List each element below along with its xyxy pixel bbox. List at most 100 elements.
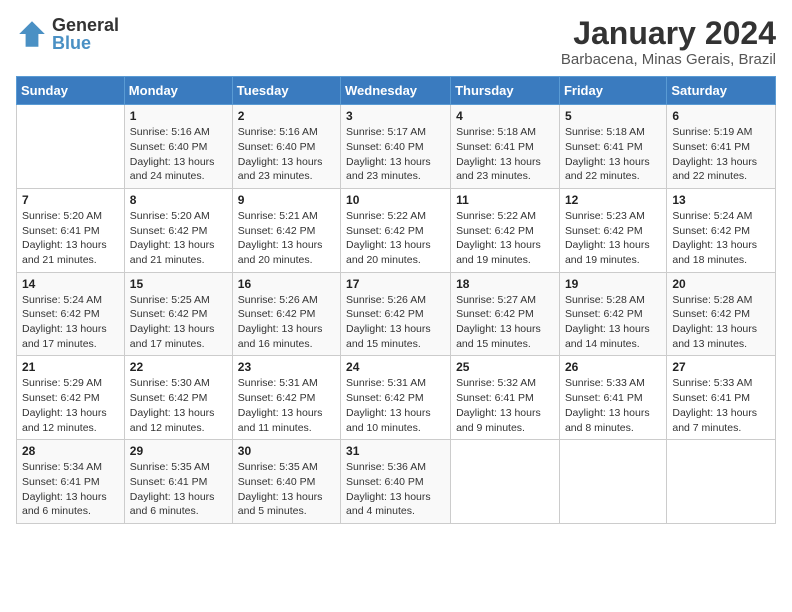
day-info: Sunrise: 5:18 AM Sunset: 6:41 PM Dayligh… bbox=[565, 125, 661, 184]
calendar-day-cell: 8 Sunrise: 5:20 AM Sunset: 6:42 PM Daylig… bbox=[124, 188, 232, 272]
day-info: Sunrise: 5:17 AM Sunset: 6:40 PM Dayligh… bbox=[346, 125, 445, 184]
day-info: Sunrise: 5:25 AM Sunset: 6:42 PM Dayligh… bbox=[130, 293, 227, 352]
day-info: Sunrise: 5:24 AM Sunset: 6:42 PM Dayligh… bbox=[22, 293, 119, 352]
calendar-day-cell: 5 Sunrise: 5:18 AM Sunset: 6:41 PM Daylig… bbox=[559, 105, 666, 189]
day-info: Sunrise: 5:16 AM Sunset: 6:40 PM Dayligh… bbox=[130, 125, 227, 184]
calendar-day-cell: 31 Sunrise: 5:36 AM Sunset: 6:40 PM Dayli… bbox=[341, 440, 451, 524]
day-info: Sunrise: 5:24 AM Sunset: 6:42 PM Dayligh… bbox=[672, 209, 770, 268]
calendar-day-cell: 1Sunrise: 5:16 AM Sunset: 6:40 PM Daylig… bbox=[124, 105, 232, 189]
weekday-header: Monday bbox=[124, 77, 232, 105]
calendar-day-cell: 23Sunrise: 5:31 AM Sunset: 6:42 PM Dayli… bbox=[232, 356, 340, 440]
calendar-day-cell: 10 Sunrise: 5:22 AM Sunset: 6:42 PM Dayli… bbox=[341, 188, 451, 272]
calendar-day-cell: 2Sunrise: 5:16 AM Sunset: 6:40 PM Daylig… bbox=[232, 105, 340, 189]
weekday-header: Friday bbox=[559, 77, 666, 105]
day-number: 15 bbox=[130, 277, 227, 291]
calendar-day-cell: 18Sunrise: 5:27 AM Sunset: 6:42 PM Dayli… bbox=[451, 272, 560, 356]
day-number: 13 bbox=[672, 193, 770, 207]
day-info: Sunrise: 5:35 AM Sunset: 6:41 PM Dayligh… bbox=[130, 460, 227, 519]
calendar-day-cell: 26 Sunrise: 5:33 AM Sunset: 6:41 PM Dayli… bbox=[559, 356, 666, 440]
logo-icon bbox=[16, 18, 48, 50]
day-info: Sunrise: 5:34 AM Sunset: 6:41 PM Dayligh… bbox=[22, 460, 119, 519]
calendar-day-cell: 17 Sunrise: 5:26 AM Sunset: 6:42 PM Dayli… bbox=[341, 272, 451, 356]
calendar-week-row: 21 Sunrise: 5:29 AM Sunset: 6:42 PM Dayli… bbox=[17, 356, 776, 440]
day-number: 14 bbox=[22, 277, 119, 291]
calendar-day-cell: 19 Sunrise: 5:28 AM Sunset: 6:42 PM Dayli… bbox=[559, 272, 666, 356]
day-number: 12 bbox=[565, 193, 661, 207]
calendar-week-row: 7 Sunrise: 5:20 AM Sunset: 6:41 PM Daylig… bbox=[17, 188, 776, 272]
calendar-day-cell: 15 Sunrise: 5:25 AM Sunset: 6:42 PM Dayli… bbox=[124, 272, 232, 356]
day-info: Sunrise: 5:35 AM Sunset: 6:40 PM Dayligh… bbox=[238, 460, 335, 519]
day-info: Sunrise: 5:30 AM Sunset: 6:42 PM Dayligh… bbox=[130, 376, 227, 435]
day-number: 26 bbox=[565, 360, 661, 374]
calendar-day-cell: 7 Sunrise: 5:20 AM Sunset: 6:41 PM Daylig… bbox=[17, 188, 125, 272]
calendar-day-cell: 14 Sunrise: 5:24 AM Sunset: 6:42 PM Dayli… bbox=[17, 272, 125, 356]
day-number: 9 bbox=[238, 193, 335, 207]
day-info: Sunrise: 5:27 AM Sunset: 6:42 PM Dayligh… bbox=[456, 293, 554, 352]
day-info: Sunrise: 5:33 AM Sunset: 6:41 PM Dayligh… bbox=[672, 376, 770, 435]
calendar-day-cell: 22Sunrise: 5:30 AM Sunset: 6:42 PM Dayli… bbox=[124, 356, 232, 440]
day-number: 31 bbox=[346, 444, 445, 458]
day-number: 16 bbox=[238, 277, 335, 291]
day-info: Sunrise: 5:18 AM Sunset: 6:41 PM Dayligh… bbox=[456, 125, 554, 184]
weekday-header: Saturday bbox=[667, 77, 776, 105]
calendar-day-cell bbox=[667, 440, 776, 524]
day-number: 23 bbox=[238, 360, 335, 374]
calendar-week-row: 28 Sunrise: 5:34 AM Sunset: 6:41 PM Dayli… bbox=[17, 440, 776, 524]
calendar-day-cell: 28 Sunrise: 5:34 AM Sunset: 6:41 PM Dayli… bbox=[17, 440, 125, 524]
day-info: Sunrise: 5:36 AM Sunset: 6:40 PM Dayligh… bbox=[346, 460, 445, 519]
calendar-day-cell: 9 Sunrise: 5:21 AM Sunset: 6:42 PM Daylig… bbox=[232, 188, 340, 272]
page-header: General Blue January 2024 Barbacena, Min… bbox=[16, 16, 776, 68]
day-info: Sunrise: 5:23 AM Sunset: 6:42 PM Dayligh… bbox=[565, 209, 661, 268]
day-number: 2 bbox=[238, 109, 335, 123]
day-number: 28 bbox=[22, 444, 119, 458]
logo-line2: Blue bbox=[52, 34, 119, 52]
day-number: 3 bbox=[346, 109, 445, 123]
day-info: Sunrise: 5:31 AM Sunset: 6:42 PM Dayligh… bbox=[346, 376, 445, 435]
page-subtitle: Barbacena, Minas Gerais, Brazil bbox=[561, 51, 776, 68]
weekday-header: Sunday bbox=[17, 77, 125, 105]
day-number: 6 bbox=[672, 109, 770, 123]
day-number: 20 bbox=[672, 277, 770, 291]
calendar-day-cell: 6 Sunrise: 5:19 AM Sunset: 6:41 PM Daylig… bbox=[667, 105, 776, 189]
day-info: Sunrise: 5:20 AM Sunset: 6:42 PM Dayligh… bbox=[130, 209, 227, 268]
day-number: 24 bbox=[346, 360, 445, 374]
calendar-day-cell: 4 Sunrise: 5:18 AM Sunset: 6:41 PM Daylig… bbox=[451, 105, 560, 189]
weekday-header: Tuesday bbox=[232, 77, 340, 105]
day-number: 29 bbox=[130, 444, 227, 458]
calendar-table: SundayMondayTuesdayWednesdayThursdayFrid… bbox=[16, 76, 776, 524]
day-info: Sunrise: 5:29 AM Sunset: 6:42 PM Dayligh… bbox=[22, 376, 119, 435]
calendar-day-cell: 29 Sunrise: 5:35 AM Sunset: 6:41 PM Dayli… bbox=[124, 440, 232, 524]
calendar-week-row: 14 Sunrise: 5:24 AM Sunset: 6:42 PM Dayli… bbox=[17, 272, 776, 356]
day-number: 4 bbox=[456, 109, 554, 123]
day-number: 25 bbox=[456, 360, 554, 374]
calendar-day-cell: 11Sunrise: 5:22 AM Sunset: 6:42 PM Dayli… bbox=[451, 188, 560, 272]
calendar-week-row: 1Sunrise: 5:16 AM Sunset: 6:40 PM Daylig… bbox=[17, 105, 776, 189]
logo-text: General Blue bbox=[52, 16, 119, 52]
day-info: Sunrise: 5:19 AM Sunset: 6:41 PM Dayligh… bbox=[672, 125, 770, 184]
day-number: 7 bbox=[22, 193, 119, 207]
day-number: 21 bbox=[22, 360, 119, 374]
day-info: Sunrise: 5:22 AM Sunset: 6:42 PM Dayligh… bbox=[456, 209, 554, 268]
calendar-day-cell: 21 Sunrise: 5:29 AM Sunset: 6:42 PM Dayli… bbox=[17, 356, 125, 440]
weekday-header: Wednesday bbox=[341, 77, 451, 105]
day-info: Sunrise: 5:21 AM Sunset: 6:42 PM Dayligh… bbox=[238, 209, 335, 268]
day-info: Sunrise: 5:20 AM Sunset: 6:41 PM Dayligh… bbox=[22, 209, 119, 268]
day-number: 19 bbox=[565, 277, 661, 291]
day-info: Sunrise: 5:26 AM Sunset: 6:42 PM Dayligh… bbox=[238, 293, 335, 352]
calendar-day-cell: 27Sunrise: 5:33 AM Sunset: 6:41 PM Dayli… bbox=[667, 356, 776, 440]
day-number: 10 bbox=[346, 193, 445, 207]
calendar-day-cell bbox=[17, 105, 125, 189]
calendar-day-cell: 16 Sunrise: 5:26 AM Sunset: 6:42 PM Dayli… bbox=[232, 272, 340, 356]
day-number: 8 bbox=[130, 193, 227, 207]
day-number: 17 bbox=[346, 277, 445, 291]
day-info: Sunrise: 5:32 AM Sunset: 6:41 PM Dayligh… bbox=[456, 376, 554, 435]
day-info: Sunrise: 5:22 AM Sunset: 6:42 PM Dayligh… bbox=[346, 209, 445, 268]
day-info: Sunrise: 5:33 AM Sunset: 6:41 PM Dayligh… bbox=[565, 376, 661, 435]
calendar-day-cell bbox=[559, 440, 666, 524]
day-number: 30 bbox=[238, 444, 335, 458]
logo-line1: General bbox=[52, 16, 119, 34]
day-info: Sunrise: 5:26 AM Sunset: 6:42 PM Dayligh… bbox=[346, 293, 445, 352]
day-info: Sunrise: 5:28 AM Sunset: 6:42 PM Dayligh… bbox=[565, 293, 661, 352]
day-number: 5 bbox=[565, 109, 661, 123]
calendar-day-cell: 24 Sunrise: 5:31 AM Sunset: 6:42 PM Dayli… bbox=[341, 356, 451, 440]
